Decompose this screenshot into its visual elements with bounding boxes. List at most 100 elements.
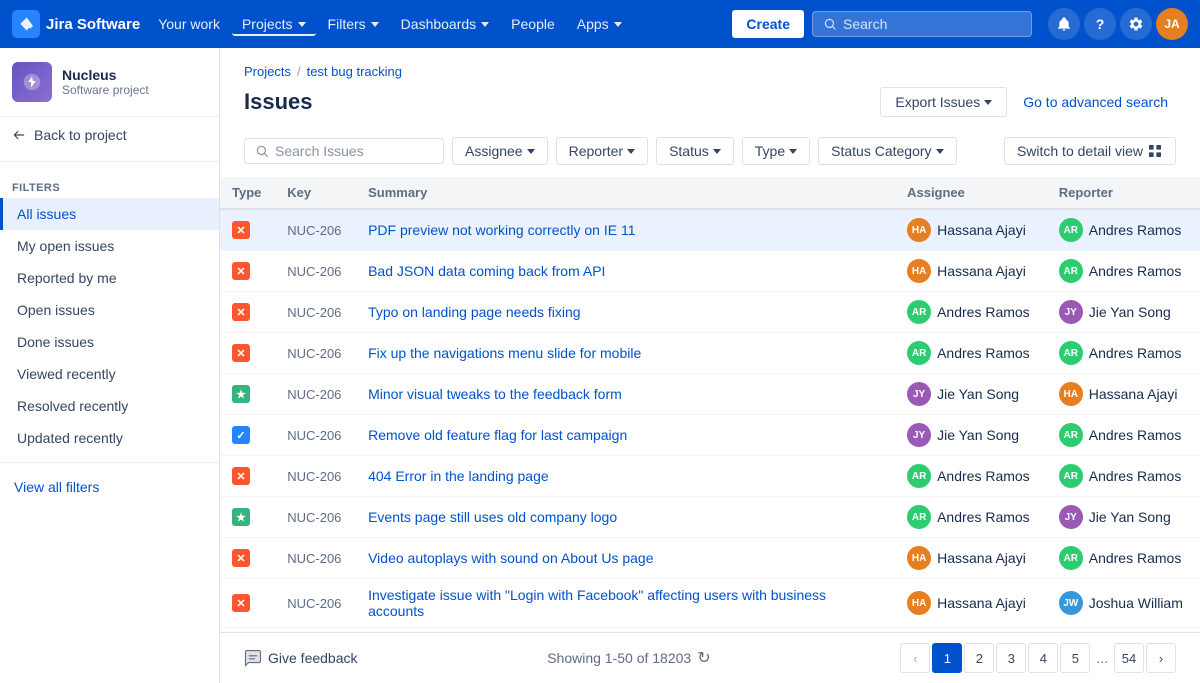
- assignee-name: Jie Yan Song: [937, 386, 1019, 402]
- issue-summary-link[interactable]: PDF preview not working correctly on IE …: [368, 222, 635, 238]
- page-2-button[interactable]: 2: [964, 643, 994, 673]
- switch-view-button[interactable]: Switch to detail view: [1004, 137, 1176, 165]
- search-issues-input-container[interactable]: [244, 138, 444, 164]
- cell-summary: Investigate issue with "Login with Faceb…: [356, 579, 895, 628]
- project-info: Nucleus Software project: [0, 48, 219, 117]
- cell-type: ✕: [220, 292, 275, 333]
- assignee-name: Hassana Ajayi: [937, 222, 1026, 238]
- page-3-button[interactable]: 3: [996, 643, 1026, 673]
- back-to-project[interactable]: Back to project: [0, 117, 219, 153]
- assignee-avatar: AR: [907, 341, 931, 365]
- reporter-cell: ARAndres Ramos: [1059, 546, 1188, 570]
- table-row[interactable]: ✕NUC-206Video autoplays with sound on Ab…: [220, 538, 1200, 579]
- status-filter-button[interactable]: Status: [656, 137, 734, 165]
- table-row[interactable]: ✕NUC-206404 Error in the landing pageARA…: [220, 456, 1200, 497]
- page-4-button[interactable]: 4: [1028, 643, 1058, 673]
- table-row[interactable]: ✕NUC-206Bad JSON data coming back from A…: [220, 251, 1200, 292]
- assignee-cell: ARAndres Ramos: [907, 300, 1035, 324]
- page-54-button[interactable]: 54: [1114, 643, 1144, 673]
- sidebar-item-reported-by-me[interactable]: Reported by me: [0, 262, 219, 294]
- refresh-icon[interactable]: ↻: [697, 648, 710, 668]
- cell-summary: Typo on landing page needs fixing: [356, 292, 895, 333]
- next-page-button[interactable]: ›: [1146, 643, 1176, 673]
- export-issues-button[interactable]: Export Issues: [880, 87, 1007, 117]
- assignee-cell: HAHassana Ajayi: [907, 546, 1035, 570]
- table-row[interactable]: ✕NUC-206Typo on landing page needs fixin…: [220, 292, 1200, 333]
- cell-assignee: AR Andres Ramos: [895, 333, 1047, 374]
- cell-key: NUC-206: [275, 374, 356, 415]
- issue-summary-link[interactable]: Investigate issue with "Login with Faceb…: [368, 587, 826, 619]
- issue-summary-link[interactable]: Bad JSON data coming back from API: [368, 263, 605, 279]
- reporter-cell: ARAndres Ramos: [1059, 259, 1188, 283]
- table-row[interactable]: ✕ NUC-206 Fix up the navigations menu slid…: [220, 333, 1200, 374]
- export-chevron-icon: [984, 100, 992, 105]
- page-1-button[interactable]: 1: [932, 643, 962, 673]
- user-avatar[interactable]: JA: [1156, 8, 1188, 40]
- give-feedback-button[interactable]: Give feedback: [244, 649, 358, 667]
- cell-reporter: ARAndres Ramos: [1047, 333, 1200, 374]
- create-button[interactable]: Create: [732, 10, 804, 38]
- reporter-avatar: AR: [1059, 259, 1083, 283]
- issue-type-icon: ✕: [232, 262, 250, 280]
- project-icon: [12, 62, 52, 102]
- reporter-avatar: AR: [1059, 341, 1083, 365]
- issue-summary-link[interactable]: Remove old feature flag for last campaig…: [368, 427, 627, 443]
- notifications-button[interactable]: [1048, 8, 1080, 40]
- issue-summary-link[interactable]: Typo on landing page needs fixing: [368, 304, 581, 320]
- reporter-name: Joshua William: [1089, 595, 1183, 611]
- sidebar-item-viewed-recently[interactable]: Viewed recently: [0, 358, 219, 390]
- sidebar-item-updated-recently[interactable]: Updated recently: [0, 422, 219, 454]
- table-row[interactable]: ★NUC-206Minor visual tweaks to the feedb…: [220, 374, 1200, 415]
- cell-type: ★: [220, 497, 275, 538]
- nav-projects[interactable]: Projects: [232, 12, 316, 36]
- assignee-filter-button[interactable]: Assignee: [452, 137, 548, 165]
- jira-logo[interactable]: Jira Software: [12, 10, 140, 38]
- help-button[interactable]: ?: [1084, 8, 1116, 40]
- nav-people[interactable]: People: [501, 12, 565, 36]
- view-all-filters[interactable]: View all filters: [0, 471, 219, 503]
- settings-button[interactable]: [1120, 8, 1152, 40]
- sidebar-item-my-open-issues[interactable]: My open issues: [0, 230, 219, 262]
- cell-reporter: JWJoshua William: [1047, 579, 1200, 628]
- issue-key: NUC-206: [287, 346, 341, 361]
- sidebar-item-done-issues[interactable]: Done issues: [0, 326, 219, 358]
- prev-page-button[interactable]: ‹: [900, 643, 930, 673]
- issue-summary-link[interactable]: Events page still uses old company logo: [368, 509, 617, 525]
- type-filter-button[interactable]: Type: [742, 137, 810, 165]
- issue-summary-link[interactable]: 404 Error in the landing page: [368, 468, 549, 484]
- sidebar-item-resolved-recently[interactable]: Resolved recently: [0, 390, 219, 422]
- assignee-name: Andres Ramos: [937, 345, 1030, 361]
- issue-summary-link[interactable]: Fix up the navigations menu slide for mo…: [368, 345, 641, 361]
- pagination-ellipsis: ...: [1092, 650, 1112, 666]
- table-row[interactable]: ✕NUC-206Investigate issue with "Login wi…: [220, 579, 1200, 628]
- nav-filters[interactable]: Filters: [318, 12, 389, 36]
- cell-key: NUC-206: [275, 333, 356, 374]
- issue-summary-link[interactable]: Video autoplays with sound on About Us p…: [368, 550, 653, 566]
- table-row[interactable]: ★NUC-206Events page still uses old compa…: [220, 497, 1200, 538]
- page-5-button[interactable]: 5: [1060, 643, 1090, 673]
- issue-summary-link[interactable]: Minor visual tweaks to the feedback form: [368, 386, 622, 402]
- advanced-search-button[interactable]: Go to advanced search: [1015, 88, 1176, 116]
- table-row[interactable]: ✓NUC-206Remove old feature flag for last…: [220, 415, 1200, 456]
- cell-key: NUC-206: [275, 209, 356, 251]
- reporter-name: Andres Ramos: [1089, 222, 1182, 238]
- breadcrumb-project-name[interactable]: test bug tracking: [307, 64, 402, 79]
- search-bar[interactable]: Search: [812, 11, 1032, 37]
- nav-dashboards[interactable]: Dashboards: [391, 12, 500, 36]
- reporter-filter-button[interactable]: Reporter: [556, 137, 648, 165]
- logo-text: Jira Software: [46, 16, 140, 33]
- breadcrumb-projects[interactable]: Projects: [244, 64, 291, 79]
- table-row[interactable]: ✕NUC-206PDF preview not working correctl…: [220, 209, 1200, 251]
- sidebar-item-open-issues[interactable]: Open issues: [0, 294, 219, 326]
- status-category-filter-button[interactable]: Status Category: [818, 137, 956, 165]
- nav-apps[interactable]: Apps: [567, 12, 632, 36]
- sidebar-item-all-issues[interactable]: All issues: [0, 198, 219, 230]
- search-issues-input[interactable]: [275, 143, 425, 159]
- nav-your-work[interactable]: Your work: [148, 12, 230, 36]
- cell-summary: Events page still uses old company logo: [356, 497, 895, 538]
- reporter-name: Jie Yan Song: [1089, 509, 1171, 525]
- col-reporter: Reporter: [1047, 177, 1200, 209]
- cell-assignee: ARAndres Ramos: [895, 497, 1047, 538]
- issue-type-icon: ✕: [232, 344, 250, 362]
- sidebar-divider-1: [0, 161, 219, 162]
